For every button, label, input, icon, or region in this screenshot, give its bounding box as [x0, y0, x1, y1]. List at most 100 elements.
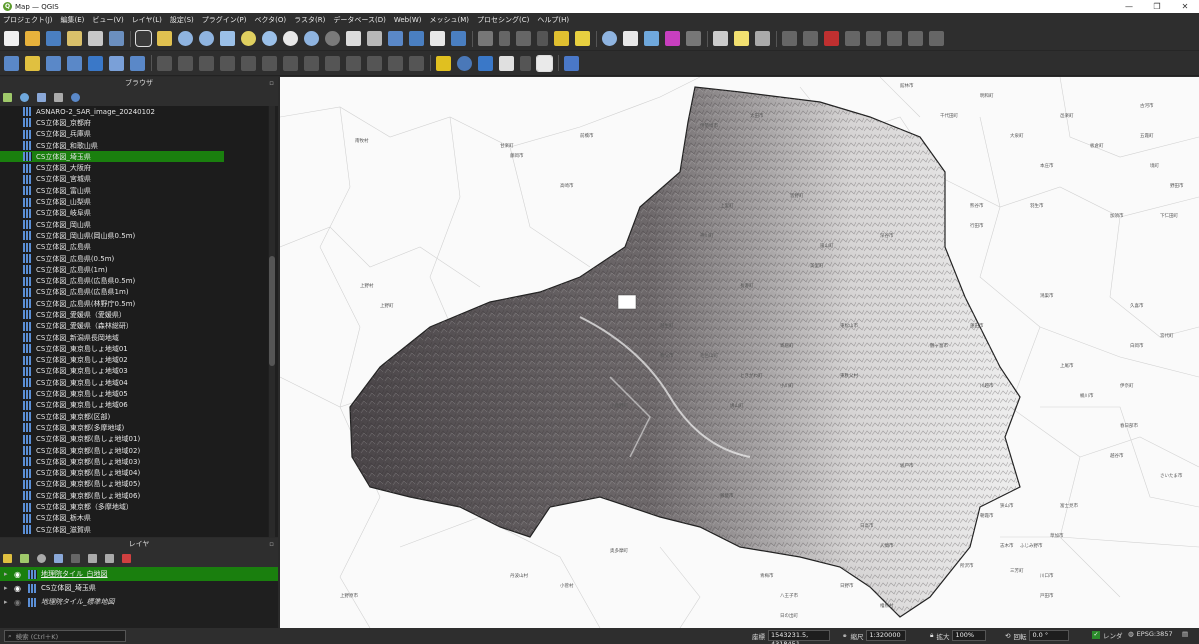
visibility-eye-icon[interactable]: ◉ — [14, 570, 28, 579]
browser-item[interactable]: CS立体図_東京島しょ地域01 — [0, 343, 268, 354]
layer-item[interactable]: ▸ ◉ 地理院タイル_白地図 — [0, 567, 278, 581]
menu-settings[interactable]: 設定(S) — [170, 15, 194, 25]
add-selected-layers-icon[interactable] — [3, 93, 12, 102]
refresh-icon[interactable] — [20, 93, 29, 102]
scale-lock-icon[interactable]: ⚭ — [842, 632, 847, 640]
identify-icon[interactable] — [602, 31, 617, 46]
dropdown-icon[interactable] — [537, 31, 548, 46]
pan-to-selection-icon[interactable] — [157, 31, 172, 46]
coordinate-field[interactable]: 1543231.5, 4318451 — [768, 630, 830, 644]
browser-item[interactable]: CS立体図_富山県 — [0, 185, 268, 196]
move-label-icon[interactable] — [845, 31, 860, 46]
add-virtual-layer-icon[interactable] — [130, 55, 145, 71]
browser-item[interactable]: CS立体図_東京都(区部) — [0, 411, 268, 422]
modify-attributes-icon[interactable] — [283, 55, 298, 71]
browser-item[interactable]: CS立体図_埼玉県 — [0, 151, 224, 163]
data-source-manager-icon[interactable] — [4, 55, 19, 71]
statistical-summary-icon[interactable] — [665, 31, 680, 46]
browser-item[interactable]: CS立体図_広島県(0.5m) — [0, 253, 268, 264]
globe-icon[interactable]: ◍ — [1128, 630, 1134, 638]
diagram-tool-icon[interactable] — [929, 31, 944, 46]
browser-item[interactable]: CS立体図_山梨県 — [0, 196, 268, 207]
browser-item[interactable]: CS立体図_東京都(多摩地域) — [0, 422, 268, 433]
zoom-to-selection-icon[interactable] — [241, 31, 256, 46]
scrollbar-thumb[interactable] — [269, 256, 275, 366]
quickmapservices-icon[interactable] — [536, 54, 553, 72]
map-canvas[interactable]: 上野町 嵐山町 寄居町 皆野町 小鹿野町 長瀞町 本庄市 熊谷市 東松山市 秩父市 飯能市 日高市 坂戸… — [280, 77, 1199, 628]
move-feature-icon[interactable] — [262, 55, 277, 71]
delete-selected-icon[interactable] — [304, 55, 319, 71]
menu-plugins[interactable]: プラグイン(P) — [202, 15, 247, 25]
messages-icon[interactable]: ▤ — [1182, 630, 1188, 638]
select-by-expression-icon[interactable] — [516, 31, 531, 46]
zoom-to-layer-icon[interactable] — [262, 31, 277, 46]
show-bookmarks-icon[interactable] — [409, 31, 424, 46]
filter-legend-icon[interactable] — [54, 554, 63, 563]
change-label-icon[interactable] — [887, 31, 902, 46]
browser-item[interactable]: CS立体図_京都府 — [0, 117, 268, 128]
menu-web[interactable]: Web(W) — [394, 16, 422, 24]
browser-item[interactable]: CS立体図_東京島しょ地域05 — [0, 388, 268, 399]
browser-item[interactable]: CS立体図_広島県(広島県0.5m) — [0, 275, 268, 286]
collapse-all-icon[interactable] — [54, 93, 63, 102]
browser-item[interactable]: CS立体図_愛媛県（森林総研） — [0, 321, 268, 332]
measure-line-icon[interactable] — [713, 31, 728, 46]
magnifier-spinbox[interactable]: 100% — [952, 630, 987, 641]
browser-item[interactable]: CS立体図_兵庫県 — [0, 129, 268, 140]
minimize-button[interactable]: — — [1115, 0, 1143, 13]
layout-manager-icon[interactable] — [88, 31, 103, 46]
rotation-spinbox[interactable]: 0.0 ° — [1029, 630, 1070, 641]
temporal-controller-icon[interactable] — [430, 31, 445, 46]
filter-icon[interactable] — [37, 93, 46, 102]
maximize-button[interactable]: ❐ — [1143, 0, 1171, 13]
cut-features-icon[interactable] — [325, 55, 340, 71]
redo-icon[interactable] — [409, 55, 424, 71]
grid-tool-icon[interactable] — [499, 55, 514, 71]
style-manager-icon[interactable] — [109, 31, 124, 46]
menu-raster[interactable]: ラスタ(R) — [294, 15, 325, 25]
rotate-label-icon[interactable] — [866, 31, 881, 46]
add-feature-icon[interactable] — [241, 55, 256, 71]
render-checkbox-icon[interactable]: ✓ — [1092, 631, 1100, 639]
browser-item[interactable]: CS立体図_東京都(島しょ地域03) — [0, 456, 268, 467]
browser-item[interactable]: CS立体図_東京島しょ地域03 — [0, 366, 268, 377]
remove-layer-icon[interactable] — [122, 554, 131, 563]
panel-close-icon[interactable]: ▫ — [269, 77, 274, 89]
pin-labels-icon[interactable] — [803, 31, 818, 46]
python-console-icon[interactable] — [478, 55, 493, 71]
browser-item[interactable]: CS立体図_東京都(島しょ地域06) — [0, 490, 268, 501]
menu-vector[interactable]: ベクタ(O) — [254, 15, 286, 25]
browser-item[interactable]: CS立体図_東京島しょ地域04 — [0, 377, 268, 388]
open-layer-styling-icon[interactable] — [3, 554, 12, 563]
browser-item[interactable]: CS立体図_東京島しょ地域06 — [0, 400, 268, 411]
zoom-full-icon[interactable] — [220, 31, 235, 46]
attribute-table-icon[interactable] — [686, 31, 701, 46]
pan-map-icon[interactable] — [135, 30, 152, 47]
browser-item[interactable]: CS立体図_東京島しょ地域02 — [0, 355, 268, 366]
menu-project[interactable]: プロジェクト(J) — [3, 15, 53, 25]
browser-scrollbar[interactable] — [269, 106, 275, 537]
visibility-eye-icon[interactable]: ◉ — [14, 598, 28, 607]
panel-close-icon[interactable]: ▫ — [269, 538, 274, 550]
browser-item[interactable]: CS立体図_東京都(島しょ地域04) — [0, 468, 268, 479]
browser-item[interactable]: CS立体図_和歌山県 — [0, 140, 268, 151]
menu-help[interactable]: ヘルプ(H) — [537, 15, 569, 25]
browser-item[interactable]: CS立体図_新潟県長岡地域 — [0, 332, 268, 343]
undo-icon[interactable] — [388, 55, 403, 71]
crs-button[interactable]: EPSG:3857 — [1137, 630, 1173, 638]
toggle-editing-icon[interactable] — [157, 55, 172, 71]
browser-item[interactable]: CS立体図_東京都（多摩地域） — [0, 501, 268, 512]
highlight-labels-icon[interactable] — [824, 31, 839, 46]
browser-item[interactable]: CS立体図_広島県(林野庁0.5m) — [0, 298, 268, 309]
browser-item[interactable]: CS立体図_広島県(1m) — [0, 264, 268, 275]
browser-item[interactable]: CS立体図_岐阜県 — [0, 208, 268, 219]
help-icon[interactable] — [564, 55, 579, 71]
info-icon[interactable] — [71, 93, 80, 102]
identify-features-icon[interactable] — [478, 31, 493, 46]
expand-arrow-icon[interactable]: ▸ — [4, 570, 14, 578]
layer-item[interactable]: ▸ ◉ 地理院タイル_標準地図 — [0, 595, 278, 609]
expand-arrow-icon[interactable]: ▸ — [4, 584, 14, 592]
zoom-native-icon[interactable] — [283, 31, 298, 46]
menu-view[interactable]: ビュー(V) — [92, 15, 123, 25]
zoom-next-icon[interactable] — [325, 31, 340, 46]
